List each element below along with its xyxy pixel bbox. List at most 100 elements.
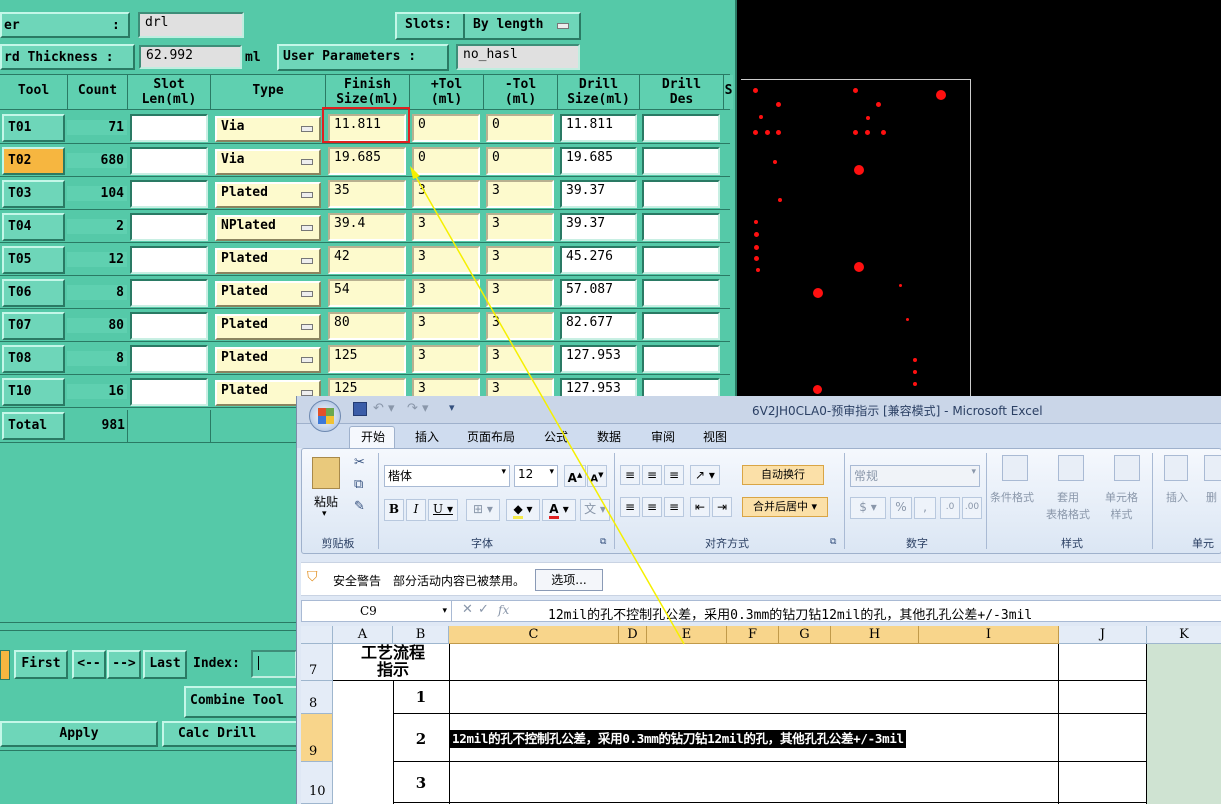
minus-tol-field[interactable]: 3 [486, 246, 554, 274]
type-select[interactable]: Plated [215, 248, 321, 274]
type-select[interactable]: Plated [215, 347, 321, 373]
finish-size-field[interactable]: 54 [328, 279, 406, 307]
delete-cells-button[interactable]: 删 [1206, 489, 1217, 505]
calc-drill-button[interactable]: Calc Drill [162, 721, 298, 747]
name-box[interactable]: C9 ▾ [302, 601, 452, 621]
currency-icon[interactable]: $ ▾ [850, 497, 886, 519]
decrease-decimal-icon[interactable]: .00 [962, 497, 982, 519]
cell-b9[interactable]: 2 [393, 730, 449, 748]
font-size-select[interactable]: 12 ▾ [514, 465, 558, 487]
col-header-b[interactable]: B [393, 626, 449, 644]
quick-access-menu-icon[interactable]: ▾ [449, 401, 455, 414]
type-select[interactable]: NPlated [215, 215, 321, 241]
tab-formulas[interactable]: 公式 [544, 428, 568, 445]
plus-tol-field[interactable]: 0 [412, 147, 480, 175]
minus-tol-field[interactable]: 0 [486, 114, 554, 142]
apply-button[interactable]: Apply [0, 721, 158, 747]
slot-len-field[interactable] [130, 114, 208, 142]
plus-tol-field[interactable]: 0 [412, 114, 480, 142]
drill-size-field[interactable]: 57.087 [560, 279, 637, 307]
cell-a7[interactable]: 工艺流程指示 [355, 644, 431, 678]
col-header-c[interactable]: C [449, 626, 619, 644]
drill-size-field[interactable]: 39.37 [560, 213, 637, 241]
col-header-i[interactable]: I [919, 626, 1059, 644]
undo-icon[interactable]: ↶ ▾ [373, 401, 395, 416]
tab-insert[interactable]: 插入 [415, 428, 439, 445]
format-painter-icon[interactable]: ✎ [354, 499, 365, 514]
first-button[interactable]: First [14, 650, 68, 679]
row-header-7[interactable]: 7 [301, 644, 333, 681]
col-header-j[interactable]: J [1059, 626, 1147, 644]
drill-size-field[interactable]: 45.276 [560, 246, 637, 274]
office-button[interactable] [309, 400, 341, 432]
cell-c9[interactable]: 12mil的孔不控制孔公差，采用0.3mm的钻刀钻12mil的孔，其他孔孔公差+… [450, 730, 906, 748]
align-left-icon[interactable]: ≡ [620, 497, 640, 517]
borders-icon[interactable]: ⊞ ▾ [466, 499, 500, 521]
tool-button[interactable]: T02 [2, 147, 65, 175]
paste-icon[interactable] [312, 457, 340, 489]
table-format-icon[interactable] [1058, 455, 1084, 481]
number-format-select[interactable]: 常规 ▾ [850, 465, 980, 487]
security-options-button[interactable]: 选项... [535, 569, 603, 591]
tool-button[interactable]: T06 [2, 279, 65, 307]
slot-len-field[interactable] [130, 213, 208, 241]
minus-tol-field[interactable]: 3 [486, 345, 554, 373]
prev-button[interactable]: <-- [72, 650, 106, 679]
drill-size-field[interactable]: 39.37 [560, 180, 637, 208]
align-right-icon[interactable]: ≡ [664, 497, 684, 517]
drill-des-field[interactable] [642, 246, 720, 274]
tool-button[interactable]: T10 [2, 378, 65, 406]
save-icon[interactable] [353, 402, 367, 416]
slot-len-field[interactable] [130, 147, 208, 175]
drill-des-field[interactable] [642, 114, 720, 142]
tab-review[interactable]: 审阅 [651, 428, 675, 445]
plus-tol-field[interactable]: 3 [412, 345, 480, 373]
drill-des-field[interactable] [642, 180, 720, 208]
minus-tol-field[interactable]: 3 [486, 279, 554, 307]
col-header-e[interactable]: E [647, 626, 727, 644]
cancel-icon[interactable]: ✕ [462, 602, 473, 617]
drill-size-field[interactable]: 82.677 [560, 312, 637, 340]
type-select[interactable]: Plated [215, 182, 321, 208]
tool-button[interactable]: T05 [2, 246, 65, 274]
italic-icon[interactable]: I [406, 499, 426, 521]
cell-styles-button[interactable]: 单元格 样式 [1105, 489, 1138, 523]
plus-tol-field[interactable]: 3 [412, 180, 480, 208]
tab-home[interactable]: 开始 [361, 428, 385, 445]
copy-icon[interactable]: ⧉ [354, 477, 363, 492]
row-header-8[interactable]: 8 [301, 681, 333, 714]
plus-tol-field[interactable]: 3 [412, 246, 480, 274]
insert-cells-button[interactable]: 插入 [1166, 489, 1188, 505]
last-button[interactable]: Last [143, 650, 187, 679]
paste-button[interactable]: 粘贴 [314, 493, 338, 510]
align-bottom-icon[interactable]: ≡ [664, 465, 684, 485]
tool-button[interactable]: T07 [2, 312, 65, 340]
tab-data[interactable]: 数据 [597, 428, 621, 445]
finish-size-field[interactable]: 42 [328, 246, 406, 274]
slots-selector[interactable]: Slots: By length [395, 12, 581, 40]
finish-size-field[interactable]: 80 [328, 312, 406, 340]
plus-tol-field[interactable]: 3 [412, 279, 480, 307]
cell-styles-icon[interactable] [1114, 455, 1140, 481]
type-select[interactable]: Plated [215, 281, 321, 307]
cell-b10[interactable]: 3 [393, 774, 449, 792]
slot-len-field[interactable] [130, 345, 208, 373]
drill-des-field[interactable] [642, 213, 720, 241]
col-header-k[interactable]: K [1147, 626, 1221, 644]
underline-icon[interactable]: U ▾ [428, 499, 458, 521]
cut-icon[interactable]: ✂ [354, 455, 365, 470]
index-field[interactable] [251, 650, 297, 678]
phonetic-icon[interactable]: 文 ▾ [580, 499, 610, 521]
slots-dropdown[interactable]: By length [463, 14, 575, 38]
merge-center-button[interactable]: 合并后居中 ▾ [742, 497, 828, 517]
thickness-field[interactable]: 62.992 [139, 45, 242, 69]
comma-icon[interactable]: , [914, 497, 936, 519]
increase-indent-icon[interactable]: ⇥ [712, 497, 732, 517]
delete-cells-icon[interactable] [1204, 455, 1221, 481]
drill-size-field[interactable]: 127.953 [560, 345, 637, 373]
slot-len-field[interactable] [130, 279, 208, 307]
drill-des-field[interactable] [642, 345, 720, 373]
paste-dropdown-icon[interactable]: ▾ [322, 509, 327, 519]
enter-icon[interactable]: ✓ [478, 602, 489, 617]
tab-view[interactable]: 视图 [703, 428, 727, 445]
